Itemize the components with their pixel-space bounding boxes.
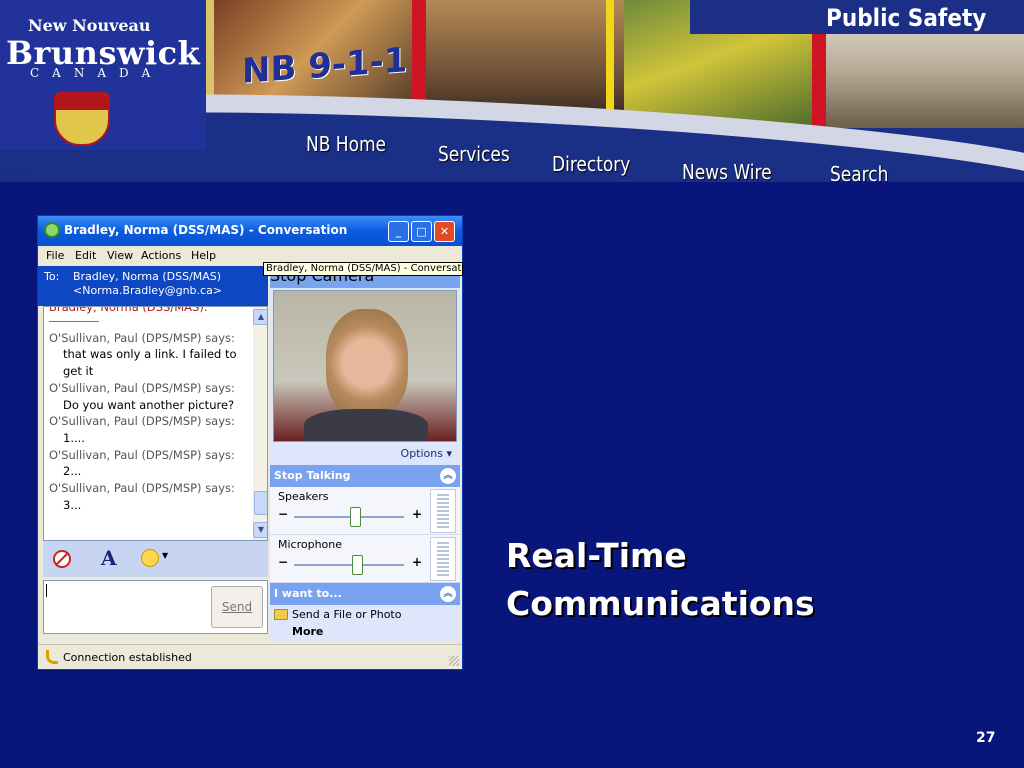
nb-logo[interactable]: New Nouveau Brunswick CANADA — [0, 0, 206, 150]
camera-options-button[interactable]: Options ▾ — [270, 444, 460, 464]
menu-actions[interactable]: Actions — [141, 249, 181, 262]
speakers-slider-thumb[interactable] — [349, 507, 361, 527]
volume-down-icon: − — [278, 507, 289, 521]
maximize-button[interactable]: □ — [411, 221, 432, 242]
menu-edit[interactable]: Edit — [75, 249, 96, 262]
message-text: Do you want another picture? — [63, 397, 235, 412]
block-icon[interactable] — [53, 550, 71, 568]
folder-icon — [274, 609, 288, 620]
recipient-bar: To: Bradley, Norma (DSS/MAS) <Norma.Brad… — [38, 266, 268, 306]
message-input[interactable]: Send — [43, 580, 268, 634]
logo-sub-text: CANADA — [30, 66, 164, 80]
connection-status: Connection established — [63, 651, 192, 664]
scroll-thumb[interactable] — [254, 491, 267, 515]
stop-talking-label: Stop Talking — [274, 469, 351, 482]
window-title: Bradley, Norma (DSS/MAS) - Conversation — [64, 223, 348, 237]
speakers-label: Speakers — [278, 490, 329, 503]
crest-icon — [54, 92, 110, 146]
webcam-face — [326, 309, 408, 417]
speakers-control: Speakers − + — [270, 487, 460, 535]
message-list: Bradley, Norma (DSS/MAS): O'Sullivan, Pa… — [49, 307, 249, 513]
resize-grip-icon[interactable] — [449, 656, 459, 666]
i-want-to-label: I want to... — [274, 587, 342, 600]
microphone-slider-track[interactable] — [294, 564, 404, 566]
message-text: 2... — [63, 464, 82, 479]
conversation-scrollbar[interactable]: ▲ ▼ — [253, 307, 267, 540]
close-button[interactable]: ✕ — [434, 221, 455, 242]
status-bar: Connection established — [38, 644, 462, 669]
recipient-email: <Norma.Bradley@gnb.ca> — [73, 284, 223, 297]
webcam-image — [274, 291, 456, 441]
i-want-to-header[interactable]: I want to... ︽ — [270, 583, 460, 605]
message-divider — [49, 316, 99, 322]
emoticon-icon[interactable] — [141, 549, 159, 567]
microphone-label: Microphone — [278, 538, 343, 551]
message-sender: O'Sullivan, Paul (DPS/MSP) says: — [49, 414, 235, 429]
message-text: 3... — [63, 497, 82, 512]
slide-title: Real-Time Communications — [506, 532, 815, 628]
text-caret — [46, 584, 47, 597]
nav-services-link[interactable]: Services — [438, 142, 510, 166]
messenger-window: Bradley, Norma (DSS/MAS) - Conversation … — [37, 215, 463, 670]
collapse-icon[interactable]: ︽ — [440, 468, 456, 484]
speakers-level-meter — [430, 489, 456, 533]
slide-title-line1: Real-Time — [506, 536, 687, 575]
nav-news-wire-link[interactable]: News Wire — [682, 160, 772, 182]
minimize-button[interactable]: _ — [388, 221, 409, 242]
microphone-control: Microphone − + — [270, 535, 460, 583]
more-link[interactable]: More — [292, 625, 323, 638]
microphone-slider-thumb[interactable] — [351, 555, 363, 575]
collapse-icon[interactable]: ︽ — [440, 586, 456, 602]
recipient-name[interactable]: Bradley, Norma (DSS/MAS) — [73, 270, 221, 283]
logo-top-text: New Nouveau — [28, 16, 151, 35]
lion-icon — [56, 94, 108, 110]
message-text: that was only a link. I failed to get it — [63, 347, 237, 379]
menu-help[interactable]: Help — [191, 249, 216, 262]
messenger-icon — [44, 222, 60, 238]
format-toolbar: A ▼ — [43, 541, 268, 577]
message-text: 1.... — [63, 430, 85, 445]
stop-talking-header[interactable]: Stop Talking ︽ — [270, 465, 460, 487]
site-nav: NB Home Services Directory News Wire Sea… — [306, 132, 916, 182]
menu-view[interactable]: View — [107, 249, 133, 262]
slide-title-line2: Communications — [506, 584, 815, 623]
scroll-up-icon[interactable]: ▲ — [253, 309, 267, 325]
message-sender: O'Sullivan, Paul (DPS/MSP) says: — [49, 330, 235, 345]
window-titlebar[interactable]: Bradley, Norma (DSS/MAS) - Conversation … — [38, 216, 462, 246]
scroll-down-icon[interactable]: ▼ — [253, 522, 267, 538]
nav-home-link[interactable]: NB Home — [306, 132, 386, 156]
message-sender: O'Sullivan, Paul (DPS/MSP) says: — [49, 380, 235, 395]
font-icon[interactable]: A — [101, 546, 117, 570]
conversation-history[interactable]: Bradley, Norma (DSS/MAS): O'Sullivan, Pa… — [43, 306, 268, 541]
volume-up-icon: + — [412, 507, 423, 521]
volume-up-icon: + — [412, 555, 423, 569]
section-title: Public Safety — [826, 4, 987, 32]
activity-pane: Stop Camera Options ▾ Stop Talking ︽ Spe… — [270, 266, 460, 642]
slide-number: 27 — [976, 730, 996, 746]
send-button[interactable]: Send — [211, 586, 263, 628]
webcam-shirt — [304, 409, 428, 441]
window-tooltip: Bradley, Norma (DSS/MAS) - Conversation — [263, 262, 463, 276]
message-sender: O'Sullivan, Paul (DPS/MSP) says: — [49, 481, 235, 496]
phone-icon — [46, 650, 58, 664]
menu-file[interactable]: File — [46, 249, 64, 262]
volume-down-icon: − — [278, 555, 289, 569]
nav-directory-link[interactable]: Directory — [552, 152, 630, 176]
message-sender: O'Sullivan, Paul (DPS/MSP) says: — [49, 447, 235, 462]
to-label: To: — [44, 270, 60, 283]
emoticon-dropdown-icon[interactable]: ▼ — [162, 551, 168, 560]
clipped-sender: Bradley, Norma (DSS/MAS): — [49, 306, 208, 314]
microphone-level-meter — [430, 537, 456, 581]
send-file-label: Send a File or Photo — [292, 608, 402, 621]
nav-search-link[interactable]: Search — [830, 162, 888, 182]
site-banner: New Nouveau Brunswick CANADA NB 9-1-1 Pu… — [0, 0, 1024, 182]
send-file-link[interactable]: Send a File or Photo — [270, 605, 460, 625]
webcam-frame — [273, 290, 457, 442]
